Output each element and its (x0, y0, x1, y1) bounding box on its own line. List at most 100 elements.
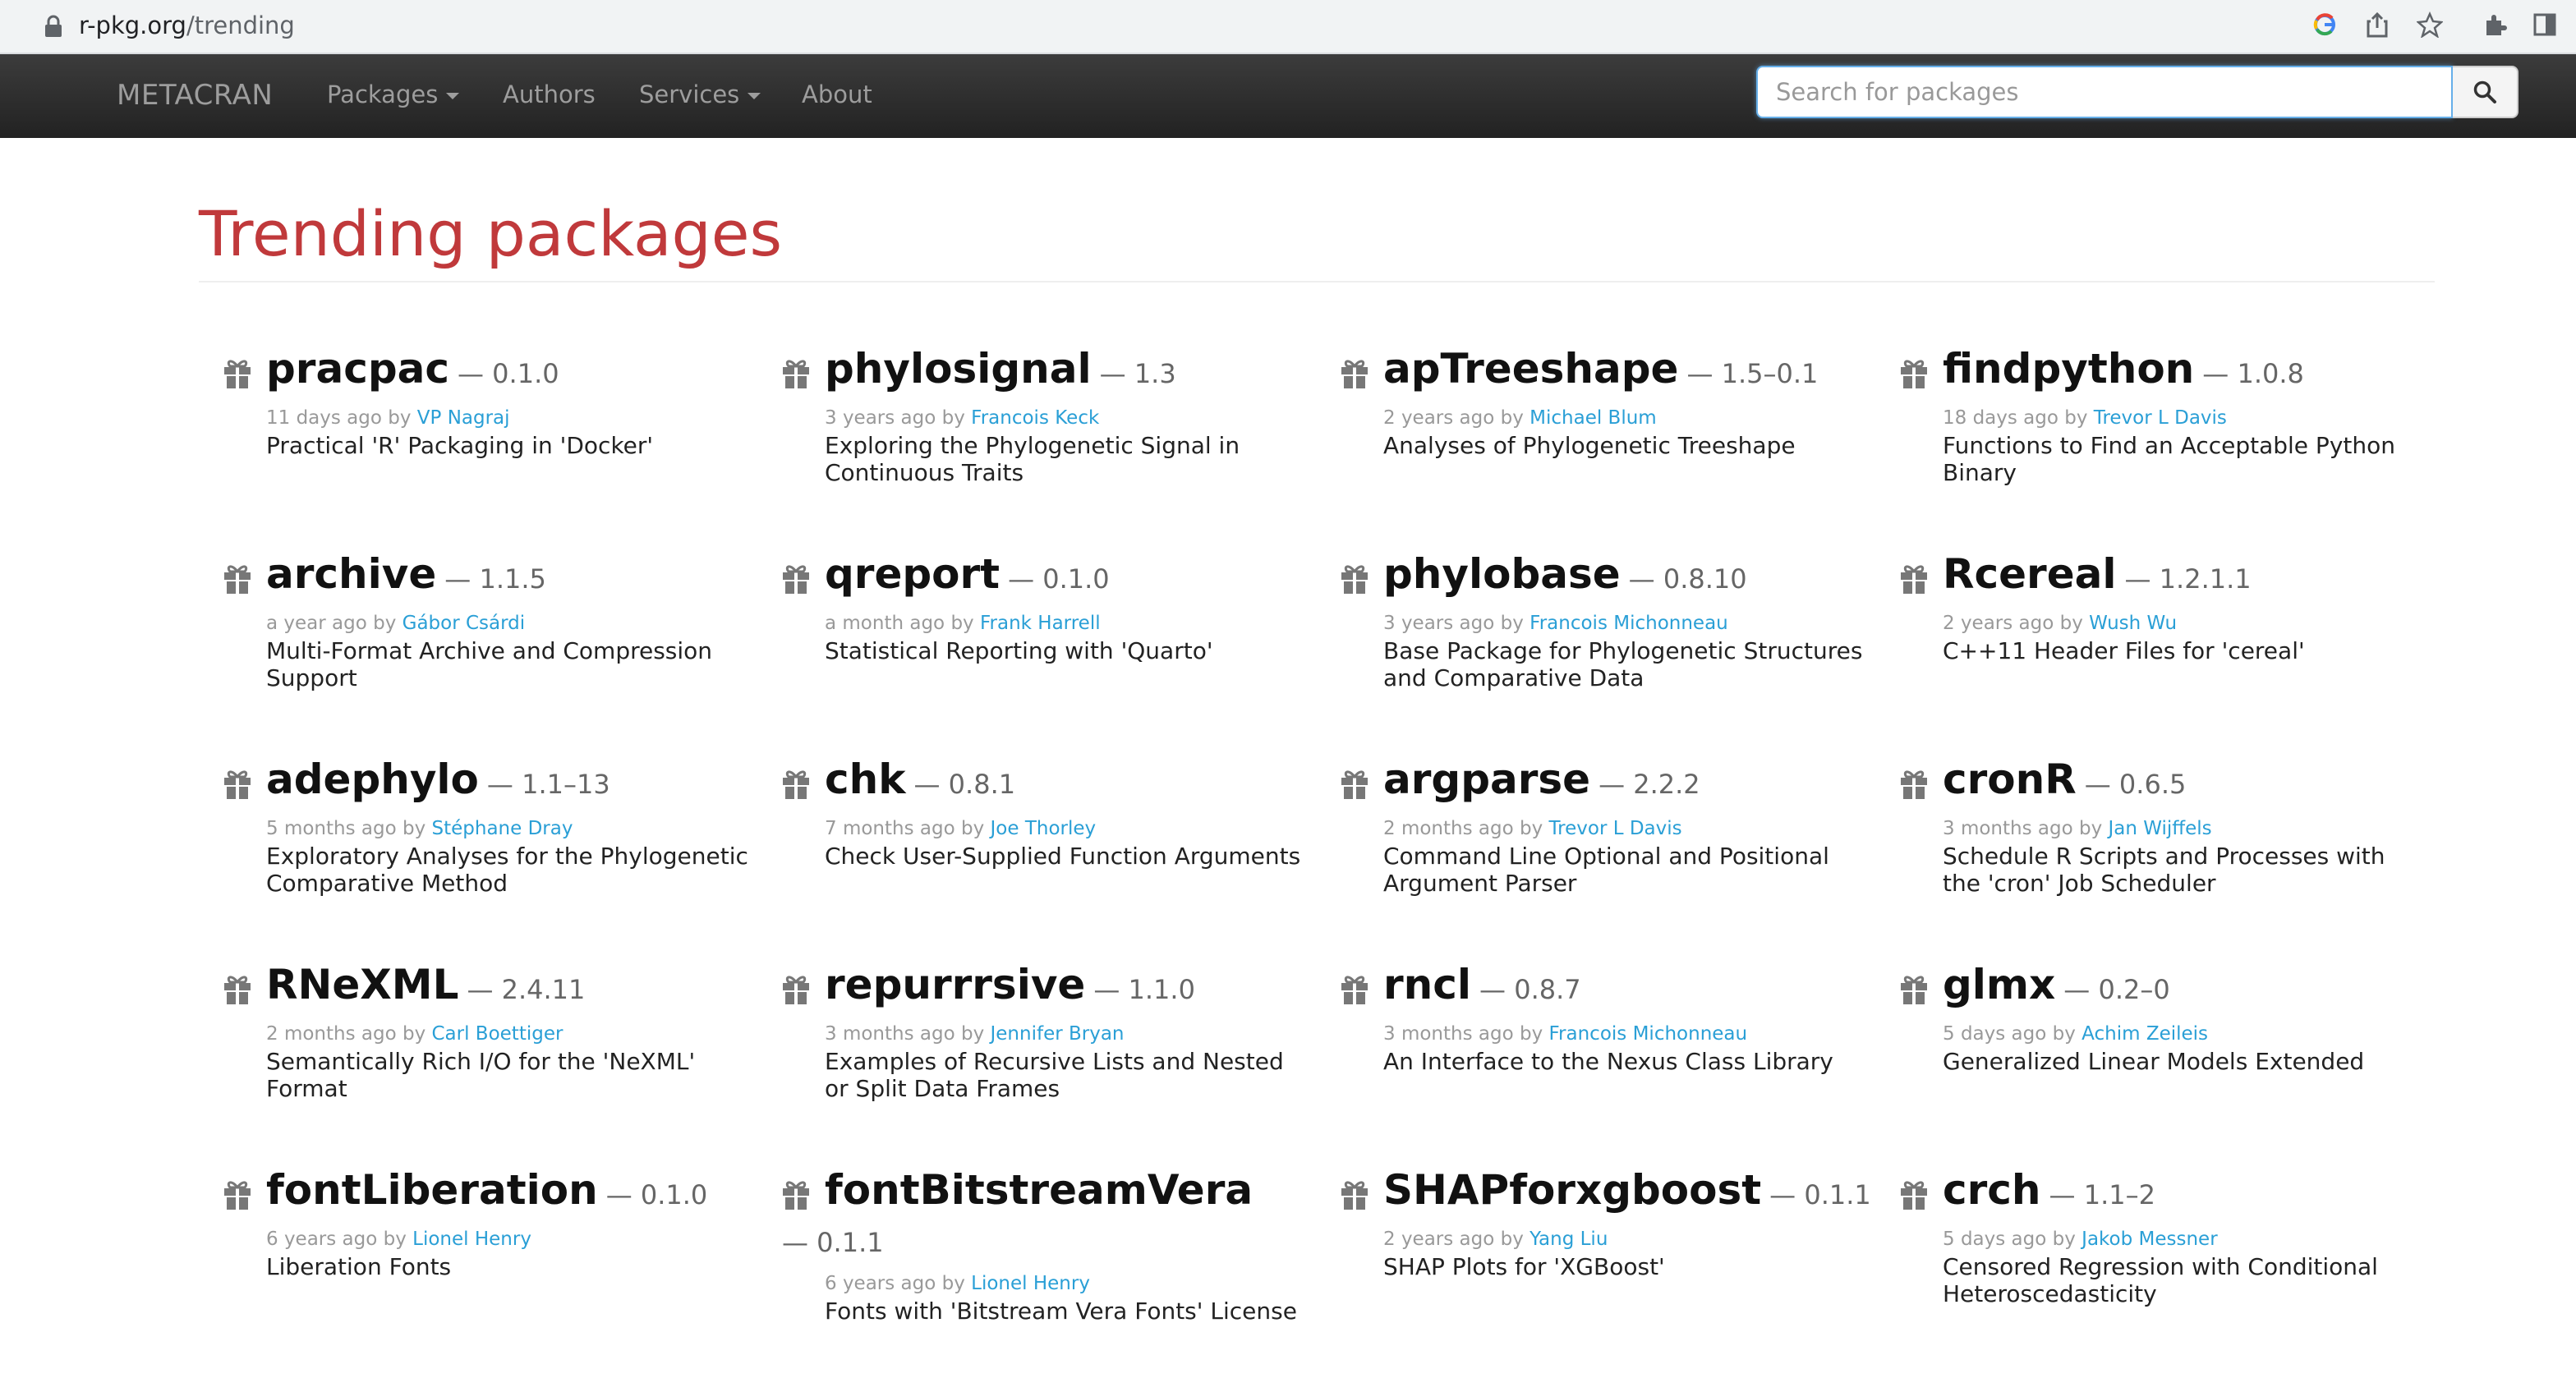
package-name[interactable]: RNeXML (266, 961, 458, 1008)
package-name[interactable]: Rcereal (1943, 550, 2117, 598)
author-link[interactable]: Francois Michonneau (1530, 613, 1728, 634)
author-link[interactable]: Frank Harrell (980, 613, 1101, 634)
package-description: Generalized Linear Models Extended (1943, 1048, 2365, 1075)
package-age: 6 years ago by (825, 1273, 972, 1294)
author-link[interactable]: Francois Michonneau (1549, 1023, 1748, 1045)
package-version: — 0.8.7 (1479, 974, 1581, 1005)
package-heading: argparse — 2.2.2 (1383, 756, 1876, 803)
package-name[interactable]: findpython (1943, 345, 2194, 393)
brand-logo[interactable]: METACRAN (117, 79, 273, 112)
author-link[interactable]: Jakob Messner (2082, 1229, 2218, 1250)
author-link[interactable]: Lionel Henry (971, 1273, 1090, 1294)
package-version: — 0.1.0 (1008, 563, 1110, 595)
package-meta: 2 years ago by Wush Wu (1943, 613, 2177, 634)
author-link[interactable]: Achim Zeileis (2082, 1023, 2208, 1045)
package-meta: a year ago by Gábor Csárdi (266, 613, 525, 634)
author-link[interactable]: Francois Keck (971, 407, 1099, 429)
package-meta: 2 months ago by Carl Boettiger (266, 1023, 563, 1045)
author-link[interactable]: Wush Wu (2089, 613, 2177, 634)
package-name[interactable]: fontLiberation (266, 1166, 598, 1214)
author-link[interactable]: Yang Liu (1530, 1229, 1608, 1250)
nav-packages[interactable]: Packages (327, 80, 460, 108)
search-input[interactable] (1756, 66, 2453, 118)
package-heading: crch — 1.1–2 (1943, 1166, 2436, 1214)
gift-icon (1900, 356, 1928, 389)
bookmark-star-icon[interactable] (2413, 8, 2446, 41)
gift-icon (1341, 562, 1368, 595)
package-name[interactable]: cronR (1943, 756, 2077, 803)
share-icon[interactable] (2361, 8, 2394, 41)
package-name[interactable]: fontBitstreamVera (825, 1166, 1253, 1214)
url-text[interactable]: r-pkg.org/trending (79, 11, 295, 39)
package-name[interactable]: phylosignal (825, 345, 1092, 393)
package-age: 5 months ago by (266, 818, 432, 839)
nav-authors-label: Authors (503, 80, 596, 108)
nav-services[interactable]: Services (639, 80, 761, 108)
author-link[interactable]: Lionel Henry (412, 1229, 531, 1250)
site-navbar: METACRAN Packages Authors Services About (0, 54, 2576, 138)
package-version: — 0.1.1 (782, 1227, 884, 1258)
search-button[interactable] (2453, 66, 2518, 118)
author-link[interactable]: Gábor Csárdi (402, 613, 526, 634)
extensions-icon[interactable] (2479, 8, 2512, 41)
package-meta: 3 months ago by Jan Wijffels (1943, 818, 2212, 839)
package-description: Schedule R Scripts and Processes with th… (1943, 843, 2385, 897)
package-name[interactable]: rncl (1383, 961, 1471, 1008)
package-age: 11 days ago by (266, 407, 417, 429)
author-link[interactable]: Trevor L Davis (2094, 407, 2227, 429)
lock-icon (45, 15, 62, 37)
page-title: Trending packages (199, 197, 783, 270)
package-name[interactable]: archive (266, 550, 436, 598)
package-version: — 0.8.1 (913, 769, 1016, 800)
nav-packages-label: Packages (327, 80, 439, 108)
package-heading: qreport — 0.1.0 (825, 550, 1318, 598)
package-version: — 0.1.1 (1769, 1179, 1871, 1210)
package-age: 18 days ago by (1943, 407, 2094, 429)
author-link[interactable]: Jennifer Bryan (991, 1023, 1125, 1045)
package-name[interactable]: apTreeshape (1383, 345, 1678, 393)
sidebar-icon[interactable] (2528, 8, 2561, 41)
package-name[interactable]: qreport (825, 550, 1000, 598)
package-meta: 3 months ago by Jennifer Bryan (825, 1023, 1125, 1045)
nav-authors[interactable]: Authors (503, 80, 596, 108)
package-name[interactable]: pracpac (266, 345, 449, 393)
address-bar[interactable]: r-pkg.org/trending (25, 5, 2407, 48)
package-name[interactable]: repurrrsive (825, 961, 1085, 1008)
package-heading: pracpac — 0.1.0 (266, 345, 759, 393)
package-heading: adephylo — 1.1–13 (266, 756, 759, 803)
package-name[interactable]: glmx (1943, 961, 2055, 1008)
author-link[interactable]: Jan Wijffels (2109, 818, 2212, 839)
package-age: 5 days ago by (1943, 1229, 2082, 1250)
gift-icon (1900, 972, 1928, 1005)
package-name[interactable]: adephylo (266, 756, 479, 803)
package-meta: 5 days ago by Achim Zeileis (1943, 1023, 2208, 1045)
gift-icon (223, 356, 251, 389)
package-heading: apTreeshape — 1.5–0.1 (1383, 345, 1876, 393)
package-meta: 2 years ago by Yang Liu (1383, 1229, 1608, 1250)
package-description: Exploratory Analyses for the Phylogeneti… (266, 843, 748, 897)
url-path: /trending (186, 11, 295, 39)
package-name[interactable]: phylobase (1383, 550, 1621, 598)
author-link[interactable]: VP Nagraj (417, 407, 510, 429)
google-icon[interactable] (2308, 8, 2341, 41)
package-description: Liberation Fonts (266, 1253, 452, 1280)
package-age: 2 months ago by (266, 1023, 432, 1045)
author-link[interactable]: Trevor L Davis (1549, 818, 1682, 839)
author-link[interactable]: Joe Thorley (991, 818, 1097, 839)
package-version: — 1.0.8 (2202, 358, 2304, 389)
package-description: C++11 Header Files for 'cereal' (1943, 637, 2305, 664)
package-meta: 5 months ago by Stéphane Dray (266, 818, 573, 839)
author-link[interactable]: Carl Boettiger (432, 1023, 564, 1045)
package-name[interactable]: chk (825, 756, 906, 803)
browser-toolbar: r-pkg.org/trending (0, 0, 2576, 54)
nav-about[interactable]: About (802, 80, 872, 108)
package-heading: Rcereal — 1.2.1.1 (1943, 550, 2436, 598)
gift-icon (223, 562, 251, 595)
package-name[interactable]: argparse (1383, 756, 1590, 803)
author-link[interactable]: Stéphane Dray (432, 818, 573, 839)
package-name[interactable]: SHAPforxgboost (1383, 1166, 1761, 1214)
package-heading: findpython — 1.0.8 (1943, 345, 2436, 393)
author-link[interactable]: Michael Blum (1530, 407, 1657, 429)
package-name[interactable]: crch (1943, 1166, 2041, 1214)
package-version: — 0.2–0 (2063, 974, 2170, 1005)
